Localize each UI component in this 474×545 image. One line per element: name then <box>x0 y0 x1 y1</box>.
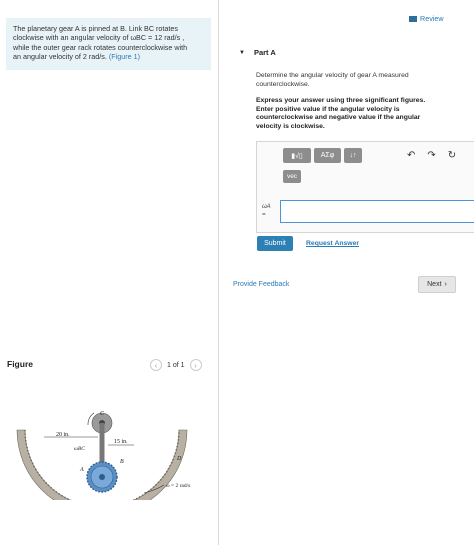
arrows-button[interactable]: ↓↑ <box>344 148 362 163</box>
point-b-label: B <box>120 459 124 465</box>
instruct-line-2: Enter positive value if the angular velo… <box>256 105 400 113</box>
dim-15-label: 15 in. <box>114 439 128 445</box>
vec-button[interactable]: vec <box>283 170 301 183</box>
templates-button[interactable]: ▮√▯ <box>283 148 311 163</box>
instruct-line-1: Express your answer using three signific… <box>256 97 426 104</box>
instruct-line-4: velocity is clockwise. <box>256 122 325 130</box>
chevron-right-icon: › <box>444 281 447 288</box>
book-icon <box>409 15 417 22</box>
part-label: Part A <box>253 48 276 57</box>
omega-bc-label: ωBC <box>74 446 85 452</box>
figure-title: Figure <box>7 359 33 369</box>
answer-editor: ▮√▯ ΑΣφ ↓↑ vec ↶ ↷ ↻ ωA = <box>256 141 474 233</box>
math-toolbar: ▮√▯ ΑΣφ ↓↑ <box>283 148 362 163</box>
problem-line-2: clockwise with an angular velocity of ωB… <box>13 33 185 43</box>
prev-figure-button[interactable]: ‹ <box>150 359 162 371</box>
answer-label-symbol: ωA <box>262 204 271 210</box>
pager-text: 1 of 1 <box>167 361 185 369</box>
answer-input[interactable] <box>280 200 474 223</box>
problem-pane: The planetary gear A is pinned at B. Lin… <box>0 0 216 545</box>
question-text: Determine the angular velocity of gear A… <box>256 72 466 89</box>
problem-line-3: while the outer gear rack rotates counte… <box>13 42 188 52</box>
part-a-header[interactable]: ▼ Part A <box>239 48 276 57</box>
problem-line-4-text: an angular velocity of 2 rad/s. <box>13 52 107 62</box>
next-label: Next <box>427 281 442 288</box>
reset-icon[interactable]: ↻ <box>448 150 456 161</box>
dim-20-label: 20 in. <box>56 432 70 438</box>
problem-line-1: The planetary gear A is pinned at B. Lin… <box>13 24 179 33</box>
greek-symbols-button[interactable]: ΑΣφ <box>314 148 341 163</box>
point-d-label: D <box>176 456 182 462</box>
collapse-triangle-icon: ▼ <box>239 49 245 56</box>
review-link[interactable]: Review <box>409 14 444 23</box>
point-a-label: A <box>79 467 84 473</box>
review-label: Review <box>420 14 444 23</box>
next-button[interactable]: Next › <box>418 276 456 293</box>
figure-link[interactable]: (Figure 1) <box>109 52 140 61</box>
redo-icon[interactable]: ↷ <box>427 150 435 161</box>
problem-line-4: an angular velocity of 2 rad/s. (Figure … <box>13 52 204 61</box>
answer-label-equals: = <box>262 212 266 218</box>
question-line-2: counterclockwise. <box>256 80 310 88</box>
next-figure-button[interactable]: › <box>189 359 202 371</box>
undo-icon[interactable]: ↶ <box>407 150 415 161</box>
request-answer-link[interactable]: Request Answer <box>306 240 359 247</box>
submit-button[interactable]: Submit <box>257 236 293 251</box>
omega-rack-label: ω = 2 rad/s <box>166 483 190 489</box>
answer-label: ωA = <box>262 203 271 219</box>
answer-pane: Review ▼ Part A Determine the angular ve… <box>218 0 474 545</box>
provide-feedback-link[interactable]: Provide Feedback <box>233 281 289 288</box>
instruct-line-3: counterclockwise and negative value if t… <box>256 114 421 121</box>
figure-pager: ‹ 1 of 1 › <box>150 359 202 371</box>
question-line-1: Determine the angular velocity of gear A… <box>256 72 409 79</box>
problem-statement: The planetary gear A is pinned at B. Lin… <box>6 18 211 70</box>
instructions: Express your answer using three signific… <box>256 97 466 131</box>
editor-actions: ↶ ↷ ↻ <box>407 150 456 161</box>
planetary-gear-figure: 20 in. 15 in. ωBC C B A D ω = 2 rad/s <box>16 411 190 500</box>
